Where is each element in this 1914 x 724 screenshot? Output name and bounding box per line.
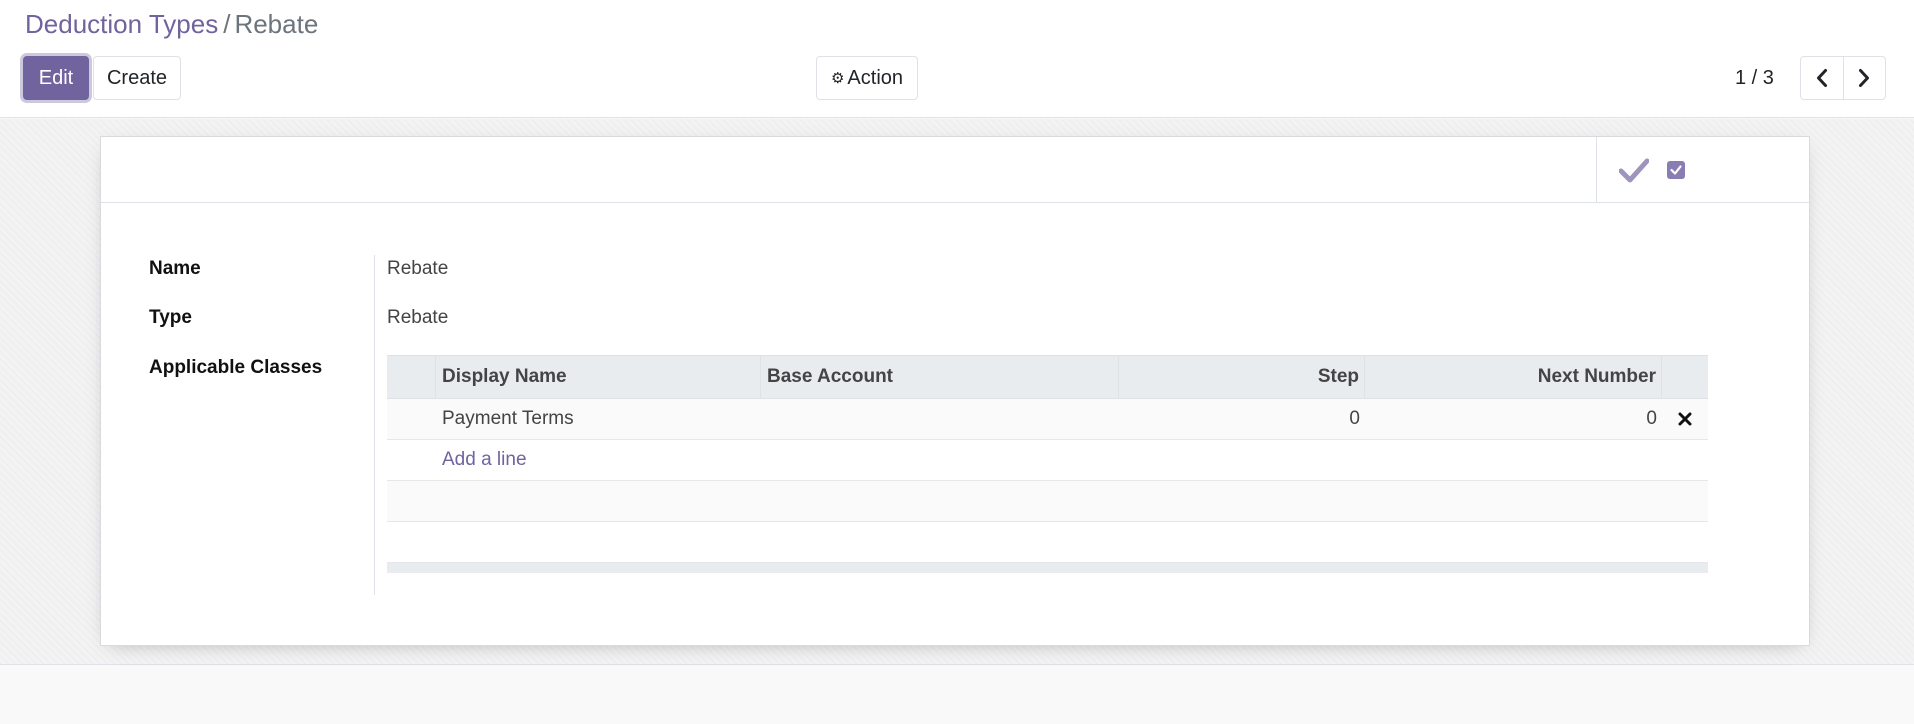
table-row[interactable]: Payment Terms 0 0 — [387, 399, 1708, 440]
field-value-name: Rebate — [387, 258, 449, 279]
breadcrumb-parent-link[interactable]: Deduction Types — [25, 9, 218, 39]
checkbox-icon[interactable] — [1667, 161, 1685, 179]
cell-display-name[interactable]: Payment Terms — [436, 399, 761, 439]
cell-next-number[interactable]: 0 — [1365, 399, 1662, 439]
column-header-base-account[interactable]: Base Account — [761, 356, 1119, 398]
action-button-label: Action — [847, 66, 904, 89]
cell-base-account[interactable] — [761, 399, 1119, 439]
cell-step[interactable]: 0 — [1119, 399, 1365, 439]
field-divider — [374, 255, 375, 595]
field-label-name: Name — [149, 258, 201, 279]
applicable-classes-table: Display Name Base Account Step Next Numb… — [387, 355, 1708, 573]
breadcrumb-current: Rebate — [234, 9, 319, 39]
column-header-delete — [1662, 356, 1708, 398]
pager-buttons — [1800, 56, 1886, 100]
column-header-display-name[interactable]: Display Name — [436, 356, 761, 398]
edit-button[interactable]: Edit — [23, 56, 89, 100]
action-dropdown-button[interactable]: ⚙ Action — [816, 56, 918, 100]
pager-value[interactable]: 1 / 3 — [1735, 64, 1774, 92]
create-button[interactable]: Create — [93, 56, 181, 100]
pager-next-button[interactable] — [1842, 57, 1886, 99]
form-statusbar — [101, 137, 1809, 203]
gear-icon: ⚙ — [830, 70, 845, 87]
add-a-line-link[interactable]: Add a line — [442, 440, 527, 480]
empty-table-row — [387, 481, 1708, 522]
button-box — [1596, 137, 1809, 203]
control-panel: Deduction Types / Rebate Edit Create ⚙ Act… — [0, 0, 1914, 118]
table-header-handle — [387, 356, 436, 398]
check-icon[interactable] — [1619, 157, 1649, 183]
breadcrumb-separator: / — [223, 9, 231, 39]
table-footer — [387, 563, 1708, 573]
column-header-next-number[interactable]: Next Number — [1365, 356, 1662, 398]
form-sheet: Name Rebate Type Rebate Applicable Class… — [100, 136, 1810, 646]
column-header-step[interactable]: Step — [1119, 356, 1365, 398]
row-delete-button[interactable] — [1662, 399, 1708, 439]
empty-table-row — [387, 522, 1708, 563]
chevron-right-icon — [1859, 69, 1870, 87]
breadcrumb: Deduction Types / Rebate — [25, 7, 318, 41]
table-header: Display Name Base Account Step Next Numb… — [387, 355, 1708, 399]
close-icon — [1678, 412, 1692, 426]
field-label-applicable-classes: Applicable Classes — [149, 357, 323, 378]
field-label-type: Type — [149, 307, 192, 328]
add-line-row: Add a line — [387, 440, 1708, 481]
field-value-type: Rebate — [387, 307, 449, 328]
chevron-left-icon — [1816, 69, 1827, 87]
pager-previous-button[interactable] — [1801, 57, 1843, 99]
